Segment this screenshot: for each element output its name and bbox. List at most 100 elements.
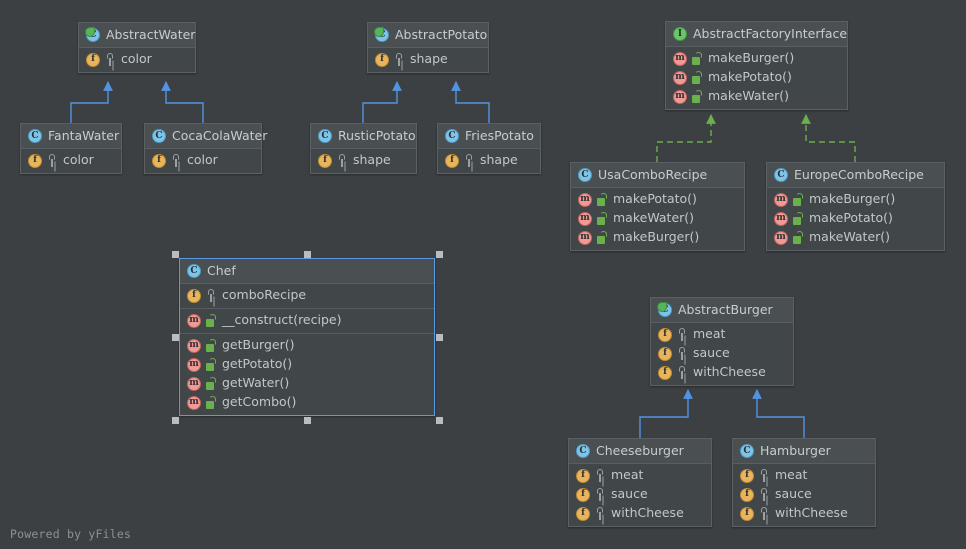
selection-handle[interactable] (171, 333, 179, 341)
field-row[interactable]: f meat (569, 466, 711, 485)
method-row[interactable]: m makePotato() (767, 209, 944, 228)
class-header[interactable]: C AbstractPotato (368, 23, 488, 48)
uml-class-coca-cola-water[interactable]: C CocaColaWater f color (144, 123, 267, 174)
method-row[interactable]: m makePotato() (666, 68, 847, 87)
selection-handle[interactable] (171, 250, 179, 258)
method-row[interactable]: m makeWater() (767, 228, 944, 247)
field-row[interactable]: f comboRecipe (180, 286, 434, 305)
field-icon: f (658, 346, 672, 361)
method-row[interactable]: m makeBurger() (666, 49, 847, 68)
member-label: getPotato() (222, 356, 293, 372)
edge-fanta-to-abstractwater[interactable] (70, 81, 113, 123)
selection-handle[interactable] (435, 416, 443, 424)
class-header[interactable]: C EuropeComboRecipe (767, 163, 944, 188)
class-icon: C (318, 129, 332, 143)
field-row[interactable]: f color (79, 50, 195, 69)
class-member-section: m makeBurger() m makePotato() m makeWater() (767, 188, 944, 250)
uml-class-chef[interactable]: C Chef f comboRecipe m __construct(recipe) m ge… (179, 258, 435, 416)
private-key-icon (759, 488, 770, 501)
class-header[interactable]: C AbstractBurger (651, 298, 793, 323)
uml-class-abstract-potato[interactable]: C AbstractPotato f shape (367, 22, 489, 73)
selection-handle[interactable] (435, 333, 443, 341)
method-row[interactable]: m makeWater() (666, 87, 847, 106)
field-row[interactable]: f withCheese (569, 504, 711, 523)
private-key-icon (595, 469, 606, 482)
method-row[interactable]: m getWater() (180, 374, 434, 393)
class-name: Hamburger (760, 442, 831, 458)
class-header[interactable]: C AbstractWater (79, 23, 195, 48)
public-unlock-icon (793, 212, 804, 225)
field-row[interactable]: f color (145, 151, 261, 170)
diagram-canvas[interactable]: C AbstractWater f color C FantaWater f color C Co… (0, 0, 966, 549)
method-row[interactable]: m getCombo() (180, 393, 434, 412)
public-unlock-icon (692, 52, 703, 65)
field-row[interactable]: f sauce (651, 344, 793, 363)
selection-handle[interactable] (303, 416, 311, 424)
uml-class-cheeseburger[interactable]: C Cheeseburger f meat f sauce f withCheese (568, 438, 712, 527)
member-label: __construct(recipe) (222, 312, 342, 328)
selection-handle[interactable] (435, 250, 443, 258)
edge-cocacola-to-abstractwater[interactable] (161, 81, 204, 123)
abstract-class-icon: C (86, 28, 100, 42)
edge-cheeseburger-to-abstractburger[interactable] (639, 389, 693, 438)
uml-class-abstract-water[interactable]: C AbstractWater f color (78, 22, 196, 73)
class-header[interactable]: C FantaWater (21, 124, 121, 149)
public-unlock-icon (692, 90, 703, 103)
class-member-section: f color (21, 149, 121, 173)
uml-class-europe-combo-recipe[interactable]: C EuropeComboRecipe m makeBurger() m makePota… (766, 162, 945, 251)
class-icon: C (28, 129, 42, 143)
field-row[interactable]: f meat (733, 466, 875, 485)
class-name: FriesPotato (465, 127, 534, 143)
field-row[interactable]: f color (21, 151, 121, 170)
uml-class-usa-combo-recipe[interactable]: C UsaComboRecipe m makePotato() m makeWater()… (570, 162, 745, 251)
field-row[interactable]: f shape (368, 50, 488, 69)
method-row[interactable]: m getPotato() (180, 355, 434, 374)
class-header[interactable]: C Chef (180, 259, 434, 284)
class-header[interactable]: C Cheeseburger (569, 439, 711, 464)
field-row[interactable]: f sauce (569, 485, 711, 504)
class-header[interactable]: C FriesPotato (438, 124, 540, 149)
class-header[interactable]: C Hamburger (733, 439, 875, 464)
uml-class-hamburger[interactable]: C Hamburger f meat f sauce f withCheese (732, 438, 876, 527)
class-member-section: m makeBurger() m makePotato() m makeWater() (666, 47, 847, 109)
method-row[interactable]: m getBurger() (180, 336, 434, 355)
selection-handle[interactable] (171, 416, 179, 424)
method-icon: m (187, 313, 201, 328)
uml-class-rustic-potato[interactable]: C RusticPotato f shape (310, 123, 417, 174)
edge-hamburger-to-abstractburger[interactable] (752, 389, 805, 438)
method-row[interactable]: m makeBurger() (571, 228, 744, 247)
private-key-icon (337, 154, 348, 167)
edge-europe-to-factoryinterface[interactable] (801, 114, 856, 162)
edge-usa-to-factoryinterface[interactable] (656, 114, 716, 162)
public-unlock-icon (692, 71, 703, 84)
method-row[interactable]: m makeWater() (571, 209, 744, 228)
member-label: meat (693, 326, 726, 342)
class-member-section: f color (145, 149, 261, 173)
field-row[interactable]: f meat (651, 325, 793, 344)
field-icon: f (576, 468, 590, 483)
field-row[interactable]: f sauce (733, 485, 875, 504)
field-row[interactable]: f withCheese (651, 363, 793, 382)
member-label: withCheese (693, 364, 766, 380)
class-header[interactable]: C RusticPotato (311, 124, 416, 149)
edge-fries-to-abstractpotato[interactable] (451, 81, 490, 123)
field-row[interactable]: f withCheese (733, 504, 875, 523)
uml-class-fries-potato[interactable]: C FriesPotato f shape (437, 123, 541, 174)
uml-class-abstract-burger[interactable]: C AbstractBurger f meat f sauce f withCheese (650, 297, 794, 386)
selection-handle[interactable] (303, 250, 311, 258)
method-row[interactable]: m makeBurger() (767, 190, 944, 209)
edge-rustic-to-abstractpotato[interactable] (362, 81, 402, 123)
class-header[interactable]: I AbstractFactoryInterface (666, 22, 847, 47)
class-header[interactable]: C UsaComboRecipe (571, 163, 744, 188)
field-row[interactable]: f shape (438, 151, 540, 170)
uml-class-fanta-water[interactable]: C FantaWater f color (20, 123, 122, 174)
method-row[interactable]: m makePotato() (571, 190, 744, 209)
method-icon: m (774, 192, 788, 207)
uml-class-abstract-factory-interface[interactable]: I AbstractFactoryInterface m makeBurger() m m… (665, 21, 848, 110)
class-header[interactable]: C CocaColaWater (145, 124, 267, 149)
method-row[interactable]: m __construct(recipe) (180, 311, 434, 330)
class-member-section: f meat f sauce f withCheese (651, 323, 793, 385)
private-key-icon (171, 154, 182, 167)
field-row[interactable]: f shape (311, 151, 416, 170)
member-label: sauce (611, 486, 648, 502)
